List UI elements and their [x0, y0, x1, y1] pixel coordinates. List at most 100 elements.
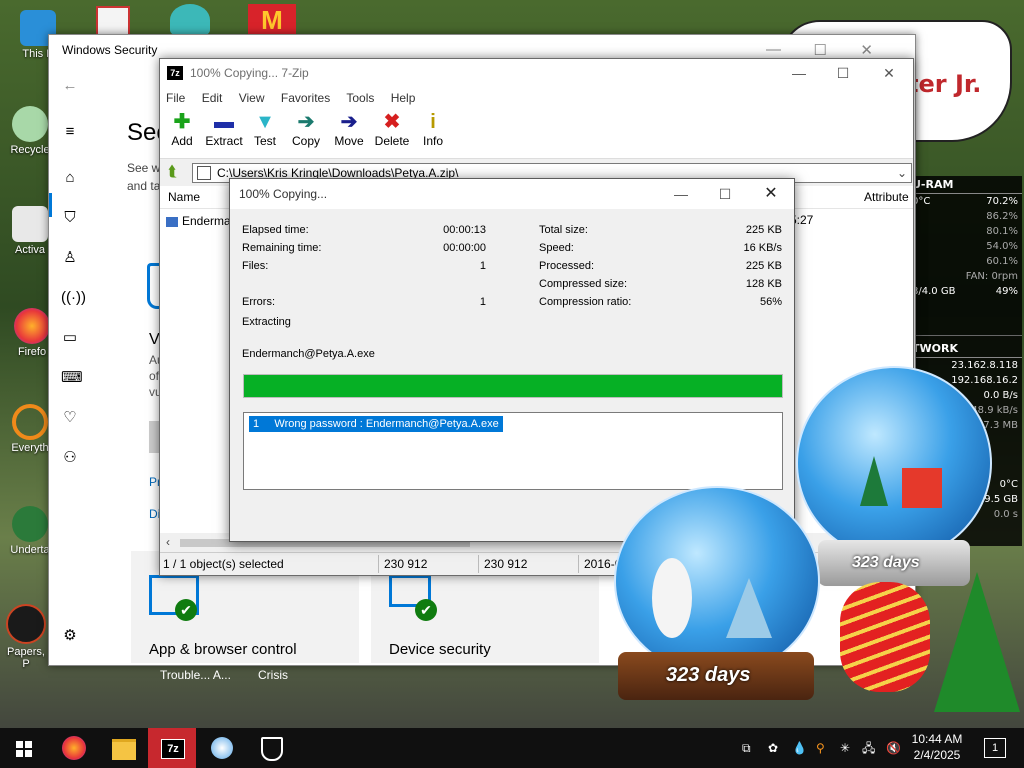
winsec-nav: ← ≡ ⌂ ⛉ ♙ ((·)) ▭ ⌨ ♡ ⚇ ⚙ [49, 65, 93, 665]
processed-value: 225 KB [745, 260, 782, 272]
taskbar-file-explorer[interactable] [100, 728, 148, 768]
dialog-titlebar[interactable]: 100% Copying... — ☐ ✕ [230, 179, 794, 209]
gadget-value: 60.1% [986, 256, 1018, 267]
menu-edit[interactable]: Edit [202, 91, 223, 105]
person-icon[interactable]: ♙ [61, 249, 79, 267]
taskbar-7zip[interactable]: 7z [148, 728, 196, 768]
card-label: Device security [389, 641, 491, 658]
button-label: Move [334, 134, 364, 148]
bubble-text-2: ter Jr. [907, 70, 982, 98]
heart-icon[interactable]: ♡ [61, 409, 79, 427]
minimize-icon[interactable]: — [658, 179, 704, 209]
desktop-icon-activate[interactable]: Activa [6, 206, 54, 256]
tree-graphic [726, 578, 772, 638]
network-icon[interactable]: 🖧 [862, 728, 875, 768]
column-name[interactable]: Name [168, 186, 200, 208]
menu-tools[interactable]: Tools [346, 91, 374, 105]
button-label: Copy [291, 134, 320, 148]
move-button[interactable]: ➔ Move [332, 110, 366, 148]
gadget-value: 49% [995, 286, 1018, 297]
snow-globe-widget[interactable] [614, 486, 820, 676]
delete-icon: ✖ [383, 111, 401, 133]
gadget-value: 8/4.0 GB [912, 286, 956, 297]
drop-icon[interactable]: 💧 [792, 728, 807, 768]
game-icon[interactable] [170, 4, 210, 36]
laptop-icon[interactable]: ⌨ [61, 369, 83, 387]
maximize-icon[interactable]: ☐ [702, 179, 748, 209]
desktop-icon-papers-please[interactable]: Papers, P [2, 604, 50, 670]
compressed-size-value: 128 KB [745, 278, 782, 290]
maximize-icon[interactable]: ☐ [814, 41, 827, 59]
error-log-list[interactable]: 1 Wrong password : Endermanch@Petya.A.ex… [243, 412, 783, 490]
search-icon[interactable]: ⚲ [816, 728, 825, 768]
7zip-titlebar[interactable]: 7z 100% Copying... 7-Zip — ☐ ✕ [160, 59, 913, 88]
winsec-text: and ta [127, 179, 161, 193]
files-label: Files: [242, 260, 269, 272]
list-item[interactable]: Enderma [166, 213, 231, 229]
info-icon: i [430, 111, 436, 133]
gadget-value: 0°C [999, 479, 1018, 490]
compressed-size-label: Compressed size: [539, 278, 628, 290]
days-counter: 323 days [852, 554, 920, 571]
elapsed-value: 00:00:13 [443, 224, 486, 236]
snowflake-icon[interactable]: ✳ [840, 728, 850, 768]
test-button[interactable]: ▼ Test [252, 110, 278, 148]
compression-ratio-value: 56% [759, 296, 782, 308]
wifi-icon[interactable]: ((·)) [61, 289, 86, 307]
desktop-icon-label: Everyth [11, 442, 49, 454]
taskbar-firefox[interactable] [50, 728, 98, 768]
up-folder-icon[interactable]: ⮬ [168, 163, 177, 180]
desktop-icon-everything[interactable]: Everyth [6, 404, 54, 454]
gadget-value: 54.0% [986, 241, 1018, 252]
zip-file-icon [197, 166, 211, 180]
desktop-icon-recycle-bin[interactable]: Recycle [6, 106, 54, 156]
file-name: Enderma [182, 214, 231, 228]
taskbar-windows-security[interactable] [246, 728, 294, 768]
gear-icon[interactable]: ⚙ [61, 627, 79, 645]
clock-date: 2/4/2025 [913, 748, 961, 762]
shield-icon[interactable]: ⛉ [61, 209, 79, 227]
close-icon[interactable]: ✕ [866, 59, 912, 88]
menu-file[interactable]: File [166, 91, 185, 105]
log-item-selected[interactable]: 1 Wrong password : Endermanch@Petya.A.ex… [249, 416, 503, 432]
snow-globe-widget[interactable] [796, 366, 992, 560]
tray-app-icon[interactable]: ✿ [768, 728, 778, 768]
extract-button[interactable]: ▬ Extract [204, 110, 244, 148]
browser-icon[interactable]: ▭ [61, 329, 79, 347]
clock[interactable]: 10:44 AM 2/4/2025 [906, 731, 968, 763]
mcdonalds-icon[interactable]: M [248, 4, 296, 36]
delete-button[interactable]: ✖ Delete [372, 110, 412, 148]
spiral-tree-graphic [840, 582, 930, 692]
maximize-icon[interactable]: ☐ [820, 59, 866, 88]
notification-center-icon[interactable]: 1 [984, 738, 1006, 758]
task-view-icon[interactable]: ⧉ [742, 728, 751, 768]
tree-graphic [860, 456, 888, 506]
copy-button[interactable]: ➔ Copy [290, 110, 322, 148]
back-arrow-icon[interactable]: ← [61, 77, 79, 95]
info-button[interactable]: i Info [420, 110, 446, 148]
window-title: 100% Copying... 7-Zip [190, 66, 309, 80]
desktop-icon-undertale[interactable]: Underta [6, 506, 54, 556]
menu-view[interactable]: View [239, 91, 265, 105]
minimize-icon[interactable]: — [766, 41, 781, 58]
column-attributes[interactable]: Attribute [864, 186, 909, 208]
close-icon[interactable]: ✕ [748, 179, 794, 209]
taskbar-app[interactable] [198, 728, 246, 768]
volume-muted-icon[interactable]: 🔇 [886, 728, 901, 768]
family-icon[interactable]: ⚇ [61, 449, 79, 467]
hamburger-menu-icon[interactable]: ≡ [61, 123, 79, 141]
chevron-down-icon[interactable]: ⌄ [897, 164, 907, 182]
add-button[interactable]: ✚ Add [168, 110, 196, 148]
menu-help[interactable]: Help [391, 91, 416, 105]
start-button[interactable] [0, 728, 48, 768]
scroll-left-icon[interactable]: ‹ [166, 535, 170, 549]
errors-value: 1 [479, 296, 486, 308]
menu-favorites[interactable]: Favorites [281, 91, 330, 105]
remaining-value: 00:00:00 [443, 242, 486, 254]
minimize-icon[interactable]: — [776, 59, 822, 88]
close-icon[interactable]: ✕ [860, 41, 873, 59]
log-number: 1 [253, 418, 260, 430]
home-icon[interactable]: ⌂ [61, 169, 79, 187]
gadget-value: 70.2% [986, 196, 1018, 207]
gadget-value: 80.1% [986, 226, 1018, 237]
